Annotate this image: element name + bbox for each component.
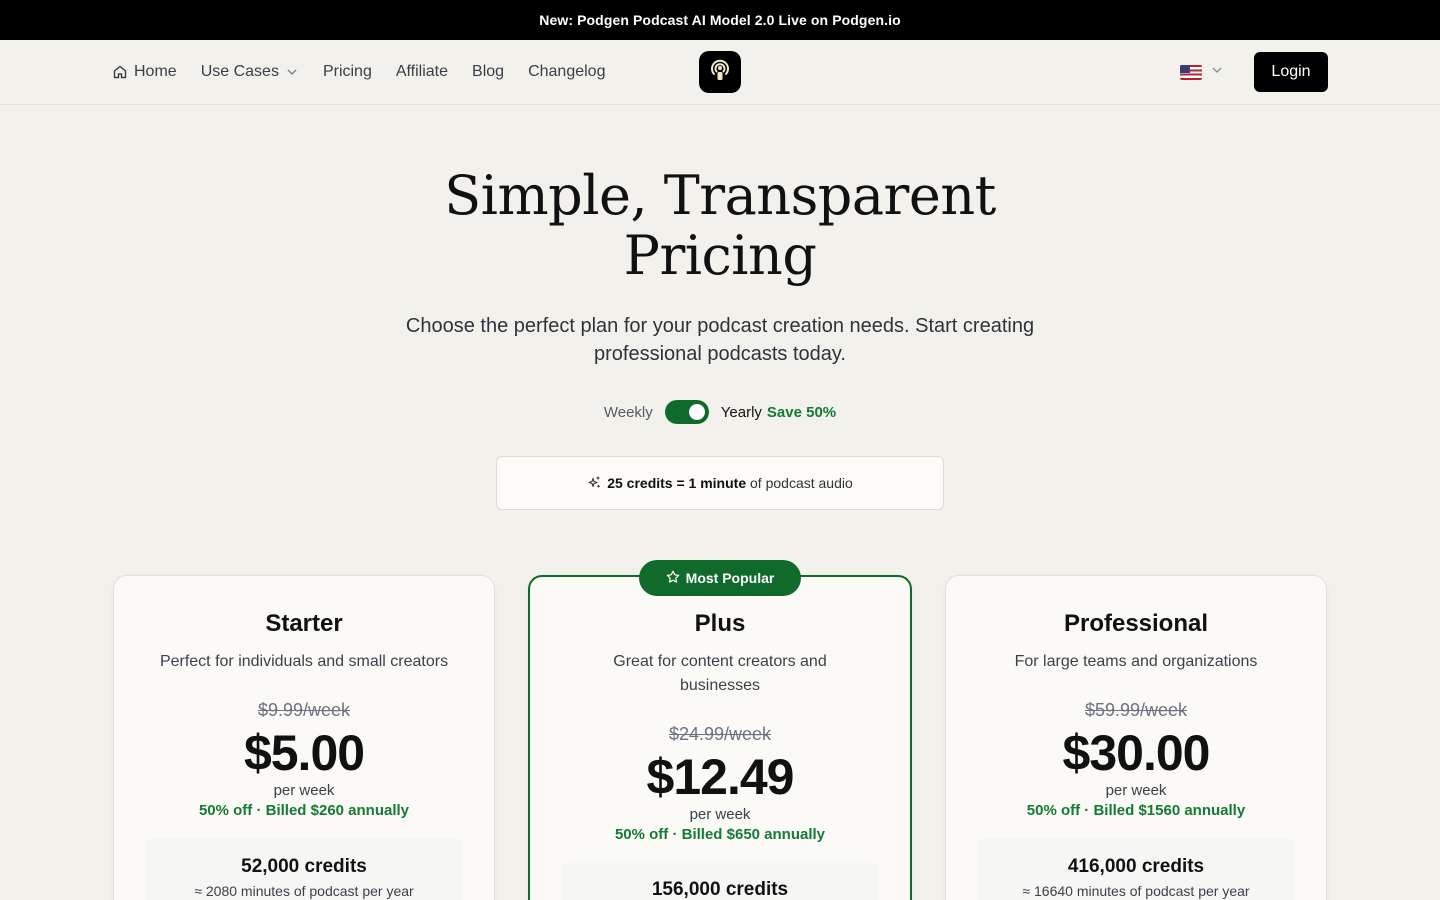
nav-use-cases-label: Use Cases <box>200 63 279 80</box>
plan-minutes: ≈ 2080 minutes of podcast per year <box>194 883 414 899</box>
plan-original-price: $59.99/week <box>1084 700 1188 720</box>
credits-ratio-suffix: of podcast audio <box>750 475 853 491</box>
plan-price: $5.00 <box>243 725 365 781</box>
credits-info-box: 25 credits = 1 minute of podcast audio <box>496 456 944 510</box>
plan-card-starter: Starter Perfect for individuals and smal… <box>113 575 495 900</box>
billing-toggle-switch[interactable] <box>664 400 709 424</box>
plan-credits-box: 416,000 credits ≈ 16640 minutes of podca… <box>978 838 1294 900</box>
plan-billing-note: 50% off · Billed $260 annually <box>198 802 410 819</box>
toggle-knob <box>688 404 705 420</box>
page-subtitle: Choose the perfect plan for your podcast… <box>405 315 1035 365</box>
main-nav: Home Use Cases Pricing Affiliate Blog Ch… <box>112 40 605 104</box>
nav-blog-link[interactable]: Blog <box>472 63 504 81</box>
plan-credits: 52,000 credits <box>241 856 367 877</box>
plan-credits: 156,000 credits <box>651 879 789 900</box>
plan-original-price: $9.99/week <box>257 700 351 720</box>
plan-description: For large teams and organizations <box>1014 653 1258 670</box>
nav-pricing-link[interactable]: Pricing <box>323 63 372 81</box>
billing-period-toggle-row: Weekly Yearly Save 50% <box>0 398 1440 426</box>
login-button[interactable]: Login <box>1254 52 1328 92</box>
sparkles-icon <box>587 475 601 492</box>
save-badge: Save 50% <box>766 403 837 421</box>
plan-original-price: $24.99/week <box>668 724 772 744</box>
plan-credits: 416,000 credits <box>1067 856 1205 877</box>
chevron-down-icon <box>285 65 299 79</box>
language-selector[interactable] <box>1180 60 1224 84</box>
plan-name: Plus <box>694 610 746 637</box>
plan-card-plus: Plus Great for content creators and busi… <box>528 575 912 900</box>
plan-price-period: per week <box>1105 782 1167 799</box>
nav-home-label: Home <box>134 63 177 80</box>
page-title: Simple, Transparent Pricing <box>444 164 996 287</box>
plan-credits-box: 156,000 credits <box>562 861 878 900</box>
nav-affiliate-link[interactable]: Affiliate <box>396 63 448 81</box>
plan-price: $30.00 <box>1062 725 1211 781</box>
chevron-down-icon <box>1210 63 1224 82</box>
plan-description: Great for content creators and businesse… <box>613 653 827 694</box>
most-popular-label: Most Popular <box>685 570 775 586</box>
plan-credits-box: 52,000 credits ≈ 2080 minutes of podcast… <box>146 838 462 900</box>
nav-use-cases-dropdown[interactable]: Use Cases <box>201 63 299 81</box>
us-flag-icon <box>1180 64 1202 80</box>
plan-minutes: ≈ 16640 minutes of podcast per year <box>1022 883 1250 899</box>
plan-billing-note: 50% off · Billed $1560 annually <box>1026 802 1246 819</box>
billing-yearly-label[interactable]: Yearly <box>721 404 762 421</box>
announcement-text[interactable]: New: Podgen Podcast AI Model 2.0 Live on… <box>539 12 901 28</box>
nav-home-link[interactable]: Home <box>112 63 177 81</box>
plan-name: Starter <box>265 610 343 637</box>
podgen-logo[interactable] <box>699 51 741 93</box>
plan-price-period: per week <box>689 806 751 823</box>
plan-name: Professional <box>1063 610 1209 637</box>
home-icon <box>112 64 128 80</box>
credits-ratio: 25 credits = 1 minute <box>607 475 747 491</box>
nav-changelog-link[interactable]: Changelog <box>528 63 605 81</box>
podcast-broadcast-icon <box>706 56 734 89</box>
plan-price-period: per week <box>273 782 335 799</box>
plan-card-professional: Professional For large teams and organiz… <box>945 575 1327 900</box>
top-navbar: Home Use Cases Pricing Affiliate Blog Ch… <box>0 40 1440 105</box>
star-icon <box>666 570 680 587</box>
most-popular-badge: Most Popular <box>639 560 801 596</box>
announcement-bar[interactable]: New: Podgen Podcast AI Model 2.0 Live on… <box>0 0 1440 40</box>
billing-weekly-label[interactable]: Weekly <box>604 404 653 421</box>
plan-price: $12.49 <box>646 749 795 805</box>
plan-description: Perfect for individuals and small creato… <box>159 653 449 670</box>
plan-billing-note: 50% off · Billed $650 annually <box>614 826 826 843</box>
